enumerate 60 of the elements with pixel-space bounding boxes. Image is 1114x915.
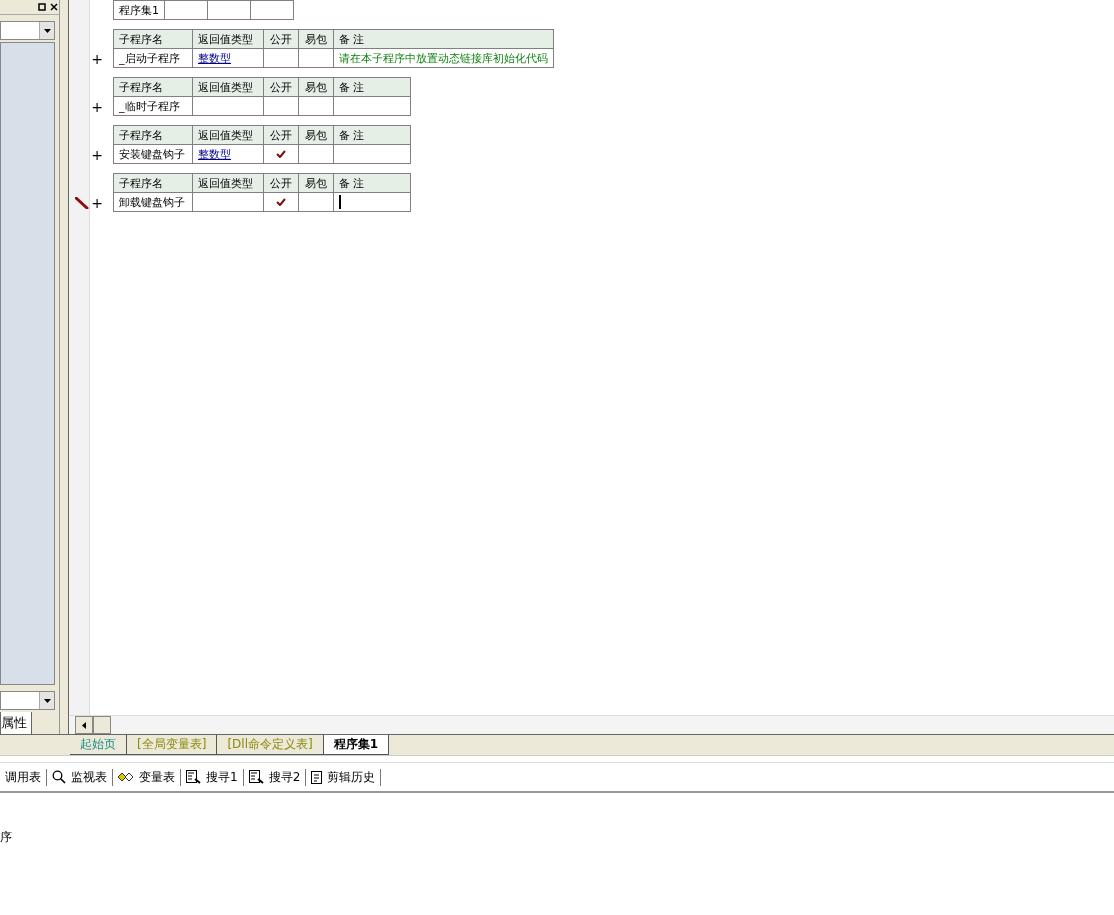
expand-button[interactable]: + (91, 51, 111, 67)
left-arrow-icon (82, 721, 86, 729)
editor-tab[interactable]: 起始页 (70, 735, 127, 755)
toolbar-tab[interactable]: 剪辑历史 (306, 768, 382, 786)
column-header: 返回值类型 (192, 125, 264, 145)
column-header: 子程序名 (113, 125, 193, 145)
expand-button[interactable]: + (91, 195, 111, 211)
comment-text: 请在本子程序中放置动态链接库初始化代码 (339, 51, 548, 65)
column-header: 返回值类型 (192, 173, 264, 193)
scroll-left-button[interactable] (75, 716, 93, 734)
column-header: 备 注 (333, 125, 411, 145)
check-icon (276, 149, 286, 158)
check-icon (276, 197, 286, 206)
column-header: 子程序名 (113, 77, 193, 97)
horizontal-scrollbar[interactable] (69, 715, 1114, 734)
table-cell: 程序集1 (113, 0, 165, 20)
column-header: 子程序名 (113, 29, 193, 49)
expand-button[interactable]: + (91, 99, 111, 115)
search-icon (52, 770, 66, 784)
column-header: 子程序名 (113, 173, 193, 193)
table-cell[interactable]: 安装键盘钩子 (113, 144, 193, 164)
caret-icon (43, 698, 51, 703)
toolbar-tab[interactable]: 监视表 (47, 768, 113, 786)
toolbar-tab[interactable]: 搜寻1 (181, 768, 244, 786)
output-text: 序 (0, 830, 12, 844)
text-cursor (339, 195, 341, 209)
restore-button[interactable] (37, 2, 47, 12)
column-header: 备 注 (333, 77, 411, 97)
property-dropdown[interactable] (0, 691, 55, 710)
table-cell[interactable]: _启动子程序 (113, 48, 193, 68)
editor-tab[interactable]: 程序集1 (323, 735, 389, 755)
column-header: 易包 (298, 125, 334, 145)
panel-tab[interactable]: 属性 (0, 712, 32, 735)
column-header: 易包 (298, 29, 334, 49)
column-header: 返回值类型 (192, 77, 264, 97)
caret-icon (43, 28, 51, 33)
document-search-icon (248, 770, 264, 784)
column-header: 公开 (263, 29, 299, 49)
column-header: 备 注 (333, 173, 411, 193)
column-header: 公开 (263, 173, 299, 193)
table-cell[interactable]: 卸载键盘钩子 (113, 192, 193, 212)
expand-button[interactable]: + (91, 147, 111, 163)
scroll-thumb[interactable] (93, 716, 111, 734)
diamond-icon (118, 772, 134, 782)
splitter-bar[interactable] (60, 0, 69, 734)
document-icon (311, 770, 323, 784)
close-button[interactable] (49, 2, 59, 12)
column-header: 易包 (298, 77, 334, 97)
pen-icon (75, 197, 90, 209)
column-header: 公开 (263, 77, 299, 97)
toolbar-tab[interactable]: 搜寻2 (243, 768, 307, 786)
object-dropdown[interactable] (0, 21, 55, 40)
toolbar-tab[interactable]: 调用表 (0, 768, 47, 786)
column-header: 公开 (263, 125, 299, 145)
document-search-icon (186, 770, 201, 784)
column-header: 易包 (298, 173, 334, 193)
table-cell[interactable]: _临时子程序 (113, 96, 193, 116)
toolbar-tab[interactable]: 变量表 (113, 768, 181, 786)
column-header: 返回值类型 (192, 29, 264, 49)
column-header: 备 注 (333, 29, 554, 49)
